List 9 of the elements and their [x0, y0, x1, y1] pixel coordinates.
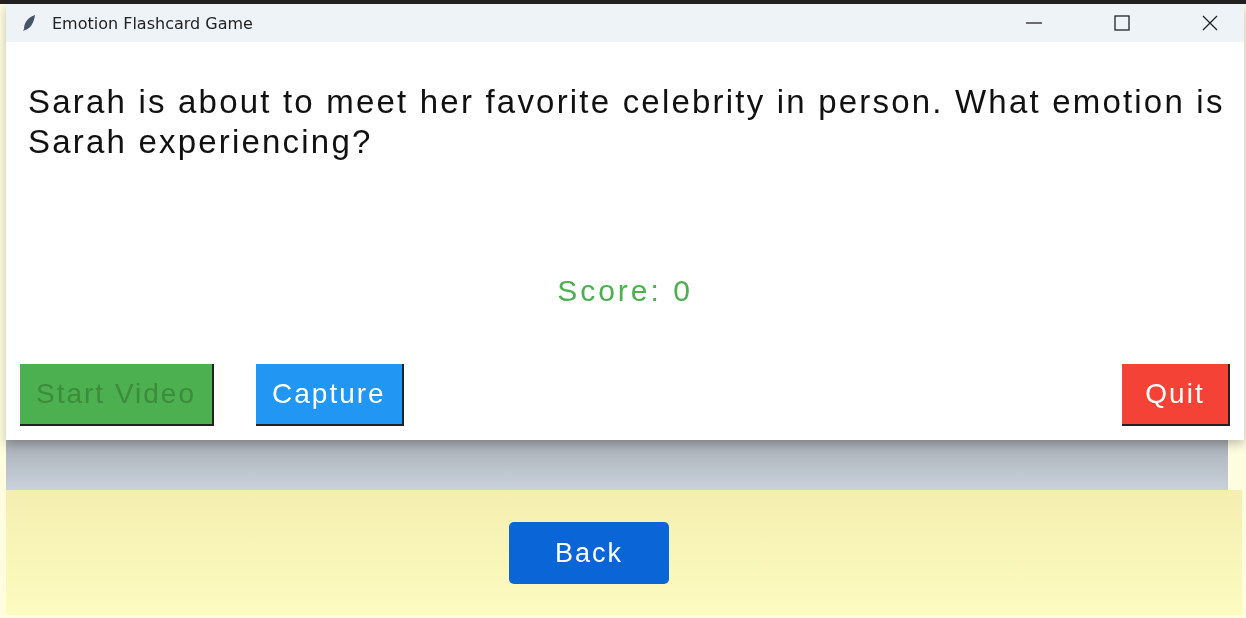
- close-icon[interactable]: [1200, 13, 1220, 33]
- feather-icon: [22, 14, 36, 32]
- score-text: Score: 0: [556, 274, 694, 308]
- question-text: Sarah is about to meet her favorite celebrity in person. What emotion is Sarah experiencing?: [28, 82, 1226, 162]
- back-button[interactable]: Back: [509, 522, 669, 584]
- capture-button[interactable]: Capture: [256, 364, 404, 426]
- maximize-icon[interactable]: [1112, 13, 1132, 33]
- quit-button[interactable]: Quit: [1122, 364, 1230, 426]
- window-title: Emotion Flashcard Game: [52, 13, 253, 33]
